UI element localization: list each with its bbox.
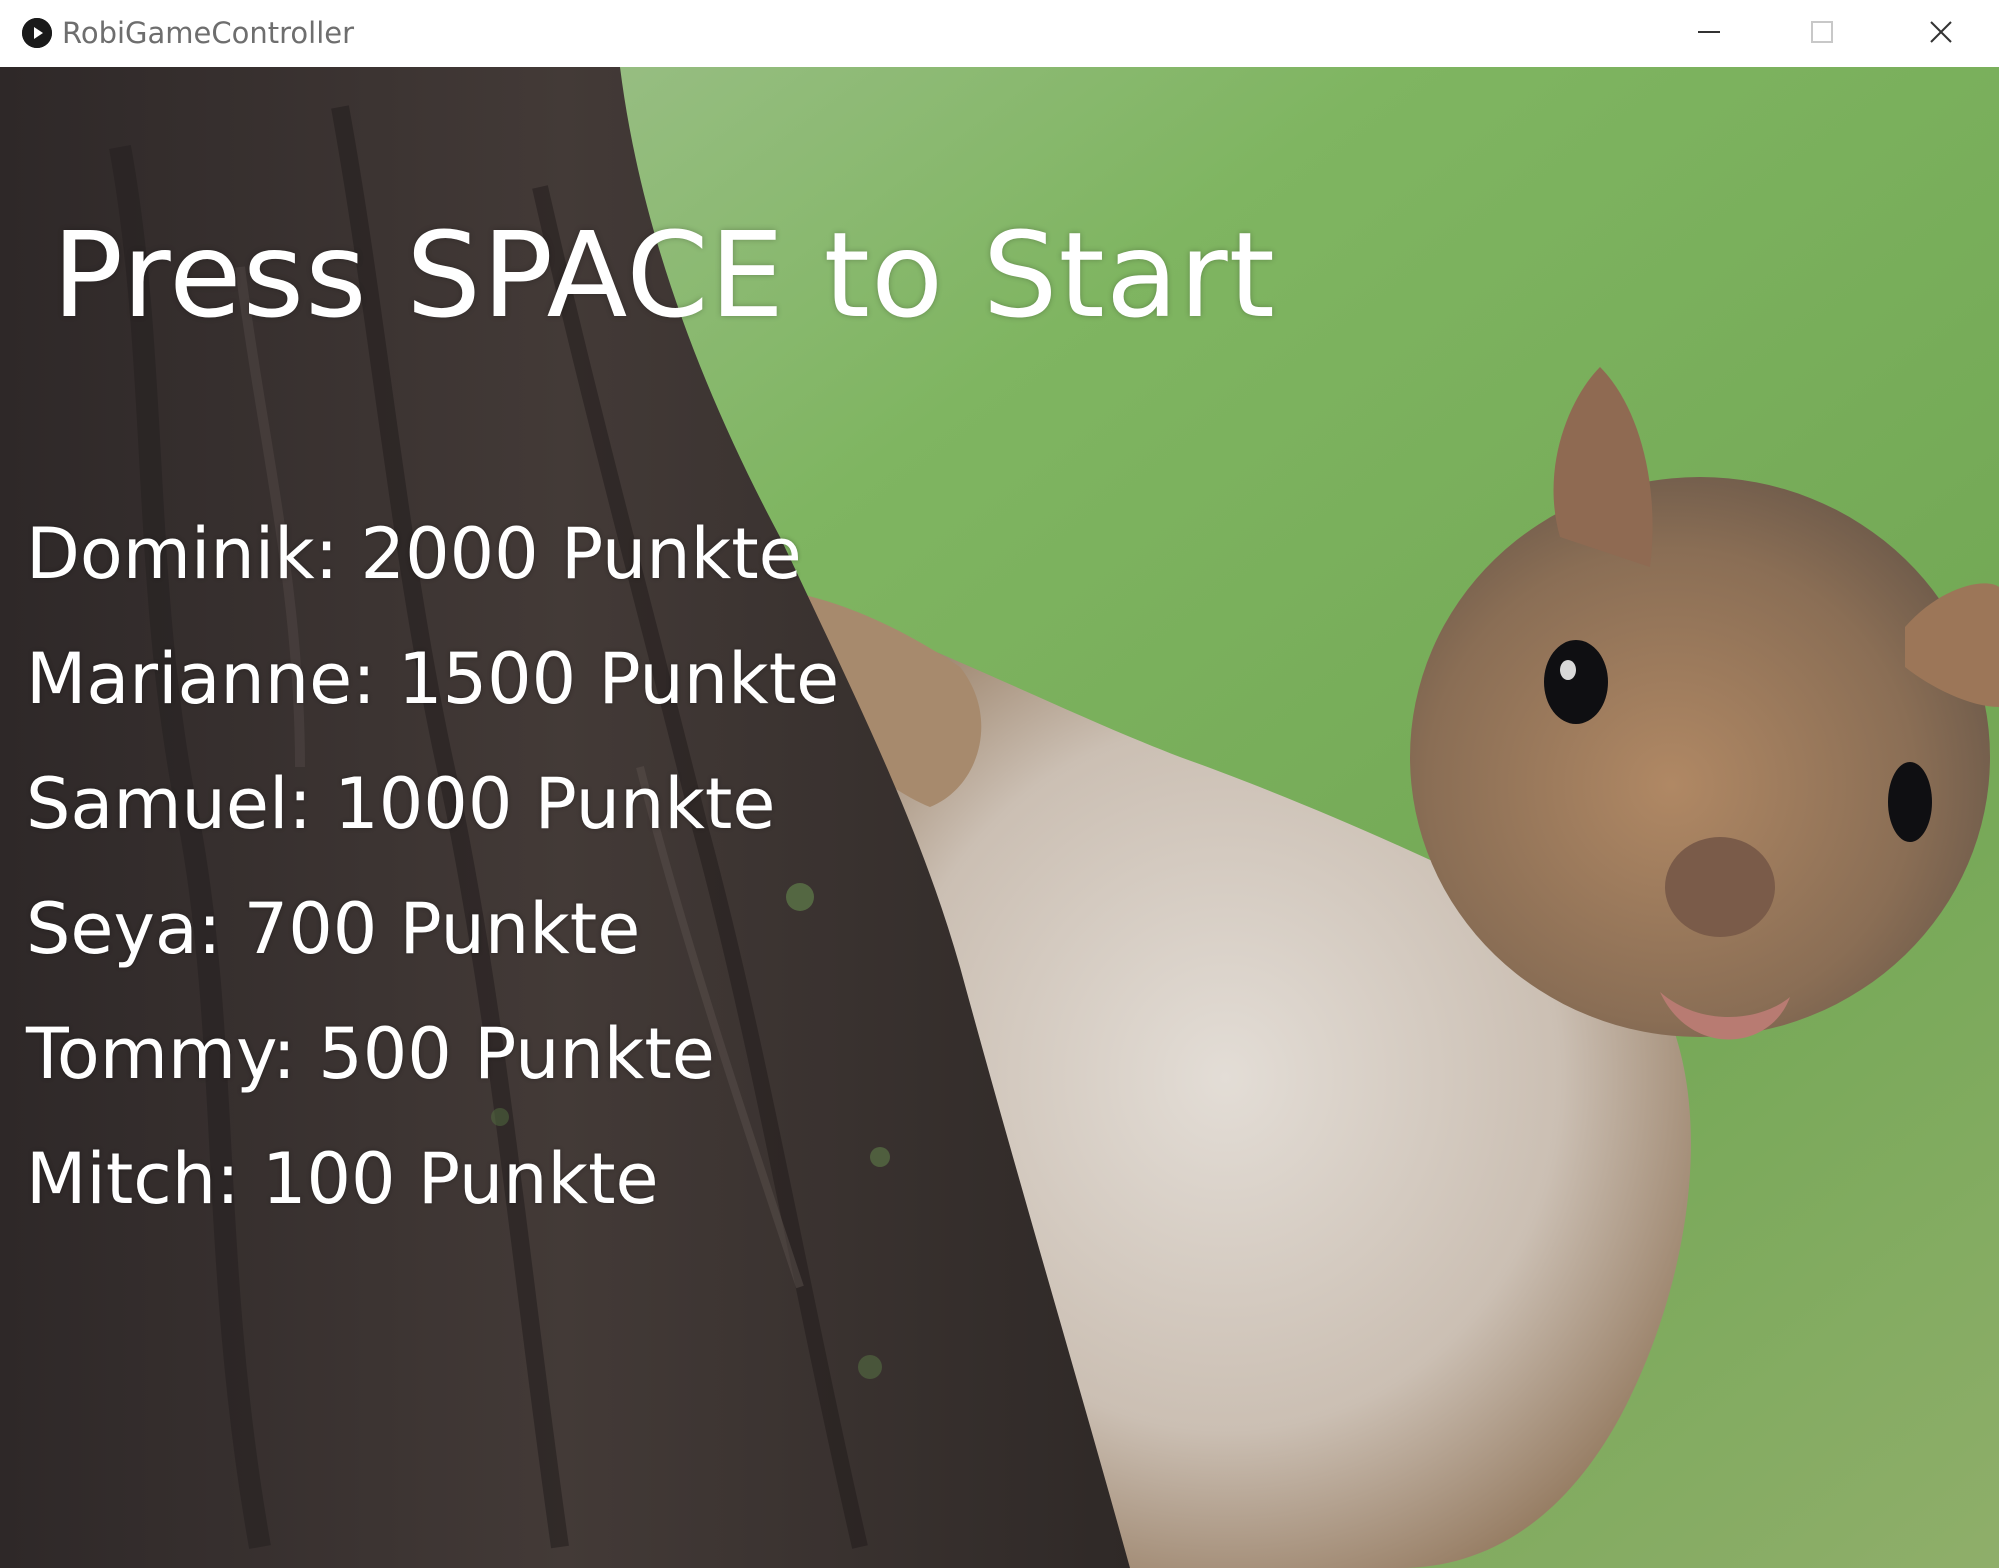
close-button[interactable] bbox=[1884, 0, 1998, 66]
highscore-entry: Mitch: 100 Punkte bbox=[26, 1138, 659, 1220]
highscore-entry: Marianne: 1500 Punkte bbox=[26, 638, 840, 720]
highscore-list: Dominik: 2000 Punkte Marianne: 1500 Punk… bbox=[26, 492, 839, 1242]
close-icon bbox=[1930, 21, 1952, 43]
game-canvas[interactable]: Press SPACE to Start Dominik: 2000 Punkt… bbox=[0, 67, 1999, 1568]
start-prompt: Press SPACE to Start bbox=[52, 206, 1276, 344]
highscore-entry: Seya: 700 Punkte bbox=[26, 888, 641, 970]
app-play-icon bbox=[22, 18, 52, 48]
maximize-icon bbox=[1811, 21, 1833, 43]
maximize-button[interactable] bbox=[1766, 0, 1880, 66]
minimize-button[interactable] bbox=[1652, 0, 1766, 66]
highscore-entry: Samuel: 1000 Punkte bbox=[26, 763, 776, 845]
app-window: RobiGameController Press SPACE to Start … bbox=[0, 0, 1999, 1568]
highscore-entry: Tommy: 500 Punkte bbox=[26, 1013, 715, 1095]
window-title: RobiGameController bbox=[62, 16, 355, 50]
title-bar[interactable]: RobiGameController bbox=[0, 0, 1999, 68]
minimize-icon bbox=[1698, 31, 1720, 33]
highscore-entry: Dominik: 2000 Punkte bbox=[26, 513, 802, 595]
